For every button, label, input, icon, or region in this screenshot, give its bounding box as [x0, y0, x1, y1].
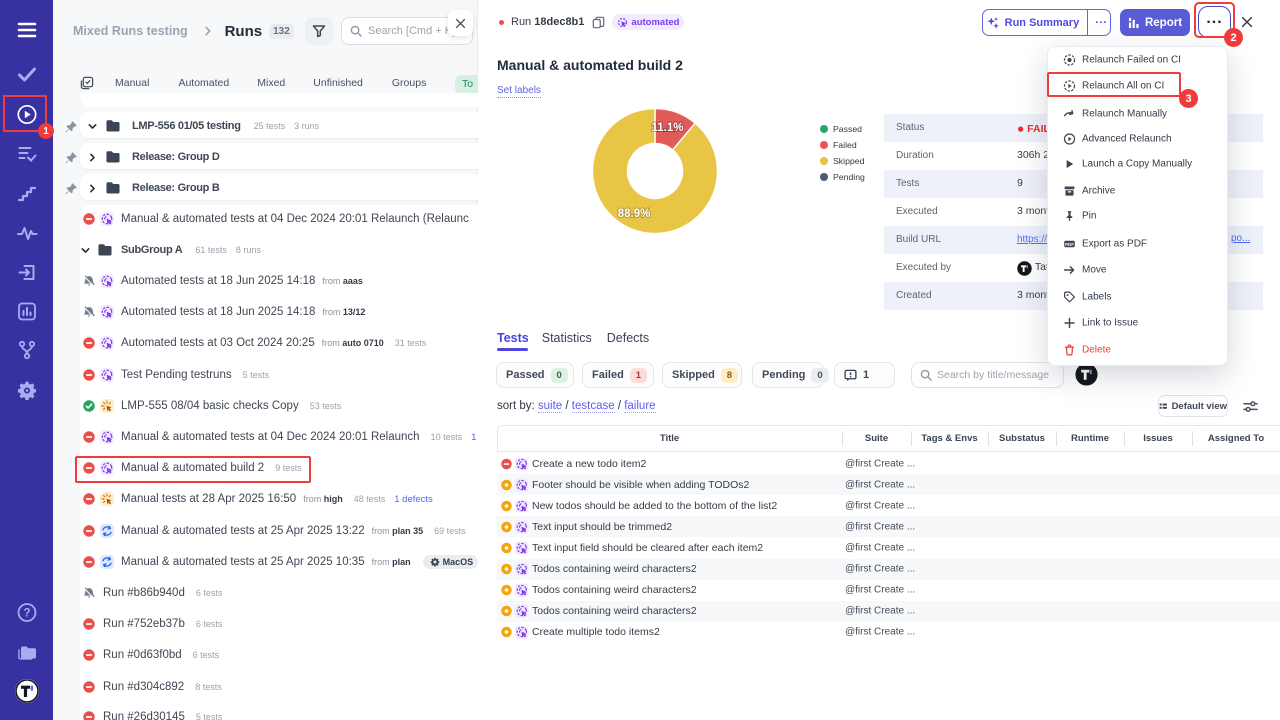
svg-text:?: ?	[23, 608, 30, 620]
svg-text:88.9%: 88.9%	[618, 208, 651, 220]
svg-text:11.1%: 11.1%	[652, 122, 684, 134]
svg-text:PDF: PDF	[1065, 242, 1074, 247]
